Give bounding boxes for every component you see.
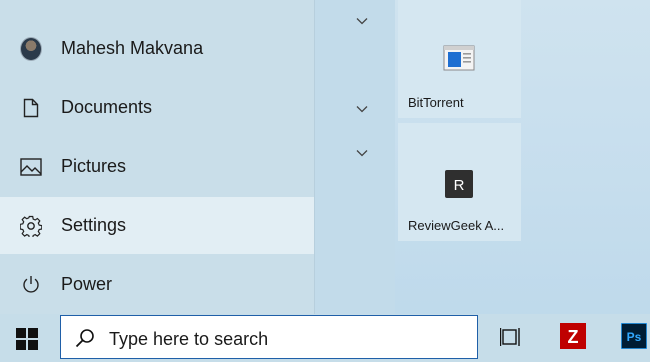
task-view-icon[interactable] [500,326,522,348]
menu-item-settings[interactable]: Settings [0,197,314,254]
tile-bittorrent[interactable]: BitTorrent [398,0,521,118]
taskbar: Type here to search Z Ps [0,314,650,362]
menu-item-label: Settings [61,215,127,235]
menu-item-label: Pictures [61,156,127,176]
menu-item-label: Mahesh Makvana [61,38,204,58]
chevron-down-icon[interactable] [356,105,368,113]
windows-start-icon[interactable] [16,328,38,350]
menu-item-user[interactable]: Mahesh Makvana [0,20,314,77]
power-icon [20,274,42,296]
menu-item-power[interactable]: Power [0,256,314,313]
search-placeholder: Type here to search [109,329,269,349]
menu-item-label: Documents [61,97,153,117]
bittorrent-icon [443,45,475,71]
pictures-icon [20,156,42,178]
photoshop-app-button[interactable]: Ps [620,322,648,350]
search-input[interactable]: Type here to search [60,315,478,359]
svg-text:R: R [454,177,465,194]
document-icon [20,97,42,119]
svg-text:Z: Z [568,327,579,347]
filezilla-app-button[interactable]: Z [559,322,587,350]
photoshop-icon: Ps [621,323,647,349]
filezilla-icon: Z [560,323,586,349]
tile-reviewgeek[interactable]: R ReviewGeek A... [398,123,521,241]
tile-label: ReviewGeek A... [408,218,505,233]
menu-item-label: Power [61,274,113,294]
gear-icon [20,215,42,237]
reviewgeek-icon: R [445,170,473,198]
search-icon [75,329,94,348]
tile-label: BitTorrent [408,95,464,110]
svg-text:Ps: Ps [627,330,642,344]
menu-item-documents[interactable]: Documents [0,79,314,136]
start-menu-left-panel: Mahesh Makvana Documents Pictures Settin… [0,0,315,314]
menu-item-pictures[interactable]: Pictures [0,138,314,195]
app-list-strip [315,0,395,314]
user-avatar-icon [20,36,42,61]
chevron-down-icon[interactable] [356,149,368,157]
chevron-down-icon[interactable] [356,17,368,25]
